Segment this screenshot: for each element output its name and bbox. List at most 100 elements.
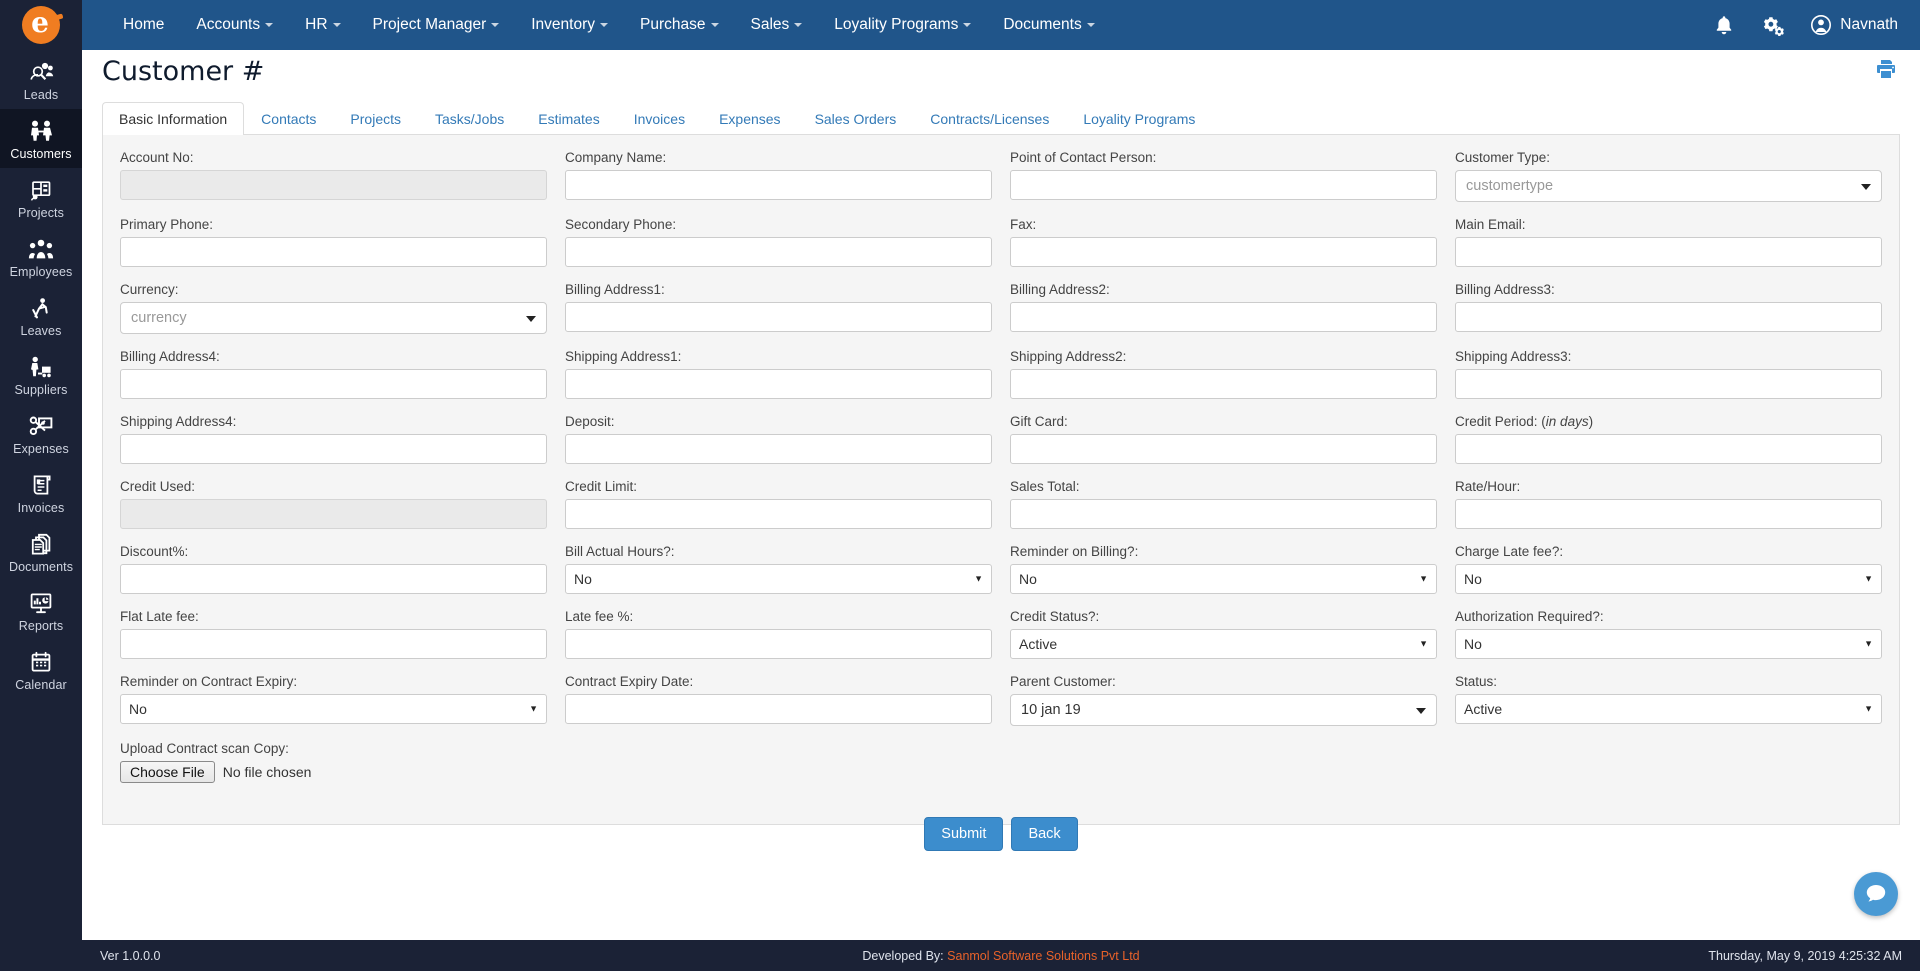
credit-limit-input[interactable] bbox=[565, 499, 992, 529]
choose-file-button[interactable]: Choose File bbox=[120, 761, 215, 783]
billing-address3-input[interactable] bbox=[1455, 302, 1882, 332]
status-select[interactable]: Active ▼ bbox=[1455, 694, 1882, 724]
topnav-item-loyality-programs[interactable]: Loyality Programs bbox=[818, 0, 987, 50]
calendar-icon bbox=[2, 649, 80, 675]
bell-icon[interactable] bbox=[1714, 15, 1734, 36]
main-email-input[interactable] bbox=[1455, 237, 1882, 267]
brand-logo-letter: e bbox=[31, 6, 49, 39]
deposit-input[interactable] bbox=[565, 434, 992, 464]
customer-type-select[interactable]: customertype bbox=[1455, 170, 1882, 202]
sidebar-item-documents[interactable]: Documents bbox=[0, 522, 82, 581]
reminder-on-billing-select[interactable]: No ▼ bbox=[1010, 564, 1437, 594]
billing-address2-input[interactable] bbox=[1010, 302, 1437, 332]
charge-late-fee-select[interactable]: No ▼ bbox=[1455, 564, 1882, 594]
secondary-phone-input[interactable] bbox=[565, 237, 992, 267]
rate-hour-input[interactable] bbox=[1455, 499, 1882, 529]
currency-select[interactable]: currency bbox=[120, 302, 547, 334]
field-customer-type: Customer Type: customertype bbox=[1446, 149, 1891, 202]
topnav-item-documents[interactable]: Documents bbox=[987, 0, 1110, 50]
sidebar-item-invoices[interactable]: Invoices bbox=[0, 463, 82, 522]
field-reminder-contract-expiry: Reminder on Contract Expiry: No ▼ bbox=[111, 673, 556, 726]
chat-bubble-icon[interactable] bbox=[1854, 872, 1898, 916]
tab-estimates[interactable]: Estimates bbox=[521, 102, 616, 135]
sidebar-item-suppliers[interactable]: Suppliers bbox=[0, 345, 82, 404]
tab-sales-orders[interactable]: Sales Orders bbox=[798, 102, 914, 135]
shipping-address4-input[interactable] bbox=[120, 434, 547, 464]
chevron-down-icon bbox=[526, 316, 536, 322]
tab-projects[interactable]: Projects bbox=[333, 102, 418, 135]
sidebar-item-calendar[interactable]: Calendar bbox=[0, 640, 82, 699]
topnav-item-project-manager[interactable]: Project Manager bbox=[357, 0, 516, 50]
primary-phone-input[interactable] bbox=[120, 237, 547, 267]
topnav-item-accounts[interactable]: Accounts bbox=[180, 0, 289, 50]
field-authorization-required: Authorization Required?: No ▼ bbox=[1446, 608, 1891, 659]
label-reminder-contract-expiry: Reminder on Contract Expiry: bbox=[120, 674, 298, 689]
reminder-contract-expiry-select[interactable]: No ▼ bbox=[120, 694, 547, 724]
file-upload-control[interactable]: Choose File No file chosen bbox=[120, 761, 547, 783]
shipping-address3-input[interactable] bbox=[1455, 369, 1882, 399]
gears-icon[interactable] bbox=[1760, 15, 1785, 36]
shipping-address2-input[interactable] bbox=[1010, 369, 1437, 399]
sidebar-item-label: Leaves bbox=[20, 324, 62, 338]
field-flat-late-fee: Flat Late fee: bbox=[111, 608, 556, 659]
topnav-item-home[interactable]: Home bbox=[107, 0, 180, 50]
late-fee-pct-input[interactable] bbox=[565, 629, 992, 659]
user-menu[interactable]: Navnath bbox=[1810, 14, 1898, 36]
tab-loyality-programs[interactable]: Loyality Programs bbox=[1066, 102, 1212, 135]
sidebar-item-leads[interactable]: Leads bbox=[0, 50, 82, 109]
tab-contacts[interactable]: Contacts bbox=[244, 102, 333, 135]
field-reminder-on-billing: Reminder on Billing?: No ▼ bbox=[1001, 543, 1446, 594]
label-credit-status: Credit Status?: bbox=[1010, 609, 1100, 624]
bill-actual-hours-select[interactable]: No ▼ bbox=[565, 564, 992, 594]
account-no-input[interactable] bbox=[120, 170, 547, 200]
footer-developer-link[interactable]: Sanmol Software Solutions Pvt Ltd bbox=[947, 949, 1139, 963]
topnav-item-inventory[interactable]: Inventory bbox=[515, 0, 624, 50]
sales-total-input[interactable] bbox=[1010, 499, 1437, 529]
topnav-item-hr[interactable]: HR bbox=[289, 0, 356, 50]
sidebar-item-employees[interactable]: Employees bbox=[0, 227, 82, 286]
billing-address1-input[interactable] bbox=[565, 302, 992, 332]
brand-logo-mark: e bbox=[22, 6, 60, 44]
point-of-contact-input[interactable] bbox=[1010, 170, 1437, 200]
gift-card-input[interactable] bbox=[1010, 434, 1437, 464]
sidebar-item-expenses[interactable]: Expenses bbox=[0, 404, 82, 463]
credit-period-input[interactable] bbox=[1455, 434, 1882, 464]
flat-late-fee-input[interactable] bbox=[120, 629, 547, 659]
topnav-item-purchase[interactable]: Purchase bbox=[624, 0, 734, 50]
discount-pct-input[interactable] bbox=[120, 564, 547, 594]
tab-tasks-jobs[interactable]: Tasks/Jobs bbox=[418, 102, 521, 135]
tab-invoices[interactable]: Invoices bbox=[617, 102, 702, 135]
sidebar-item-leaves[interactable]: Leaves bbox=[0, 286, 82, 345]
company-name-input[interactable] bbox=[565, 170, 992, 200]
label-shipping-address2: Shipping Address2: bbox=[1010, 349, 1127, 364]
shipping-address1-input[interactable] bbox=[565, 369, 992, 399]
chevron-down-icon bbox=[963, 23, 972, 27]
brand-logo[interactable]: e bbox=[0, 0, 82, 50]
credit-used-input[interactable] bbox=[120, 499, 547, 529]
customer-type-value: customertype bbox=[1466, 178, 1554, 194]
back-button[interactable]: Back bbox=[1011, 817, 1078, 851]
tab-expenses[interactable]: Expenses bbox=[702, 102, 797, 135]
sidebar-item-customers[interactable]: Customers bbox=[0, 109, 82, 168]
tab-basic-information[interactable]: Basic Information bbox=[102, 102, 245, 135]
parent-customer-select[interactable]: 10 jan 19 bbox=[1010, 694, 1437, 726]
label-customer-type: Customer Type: bbox=[1455, 150, 1551, 165]
sidebar-item-reports[interactable]: Reports bbox=[0, 581, 82, 640]
billing-address4-input[interactable] bbox=[120, 369, 547, 399]
sidebar-item-projects[interactable]: Projects bbox=[0, 168, 82, 227]
bill-actual-hours-value: No bbox=[574, 571, 592, 587]
chevron-down-icon bbox=[1086, 23, 1095, 27]
form-row: Currency: currency Billing Address1: Bil… bbox=[103, 281, 1899, 348]
contract-expiry-date-input[interactable] bbox=[565, 694, 992, 724]
field-account-no: Account No: bbox=[111, 149, 556, 202]
topnav-item-sales[interactable]: Sales bbox=[735, 0, 819, 50]
fax-input[interactable] bbox=[1010, 237, 1437, 267]
printer-icon[interactable] bbox=[1874, 57, 1898, 86]
tab-contracts-licenses[interactable]: Contracts/Licenses bbox=[913, 102, 1066, 135]
authorization-required-select[interactable]: No ▼ bbox=[1455, 629, 1882, 659]
credit-status-select[interactable]: Active ▼ bbox=[1010, 629, 1437, 659]
label-status: Status: bbox=[1455, 674, 1498, 689]
sidebar: e Leads Customers Projects Employees Leaves S… bbox=[0, 0, 82, 971]
submit-button[interactable]: Submit bbox=[924, 817, 1004, 851]
page-header: Customer # bbox=[82, 50, 1920, 92]
